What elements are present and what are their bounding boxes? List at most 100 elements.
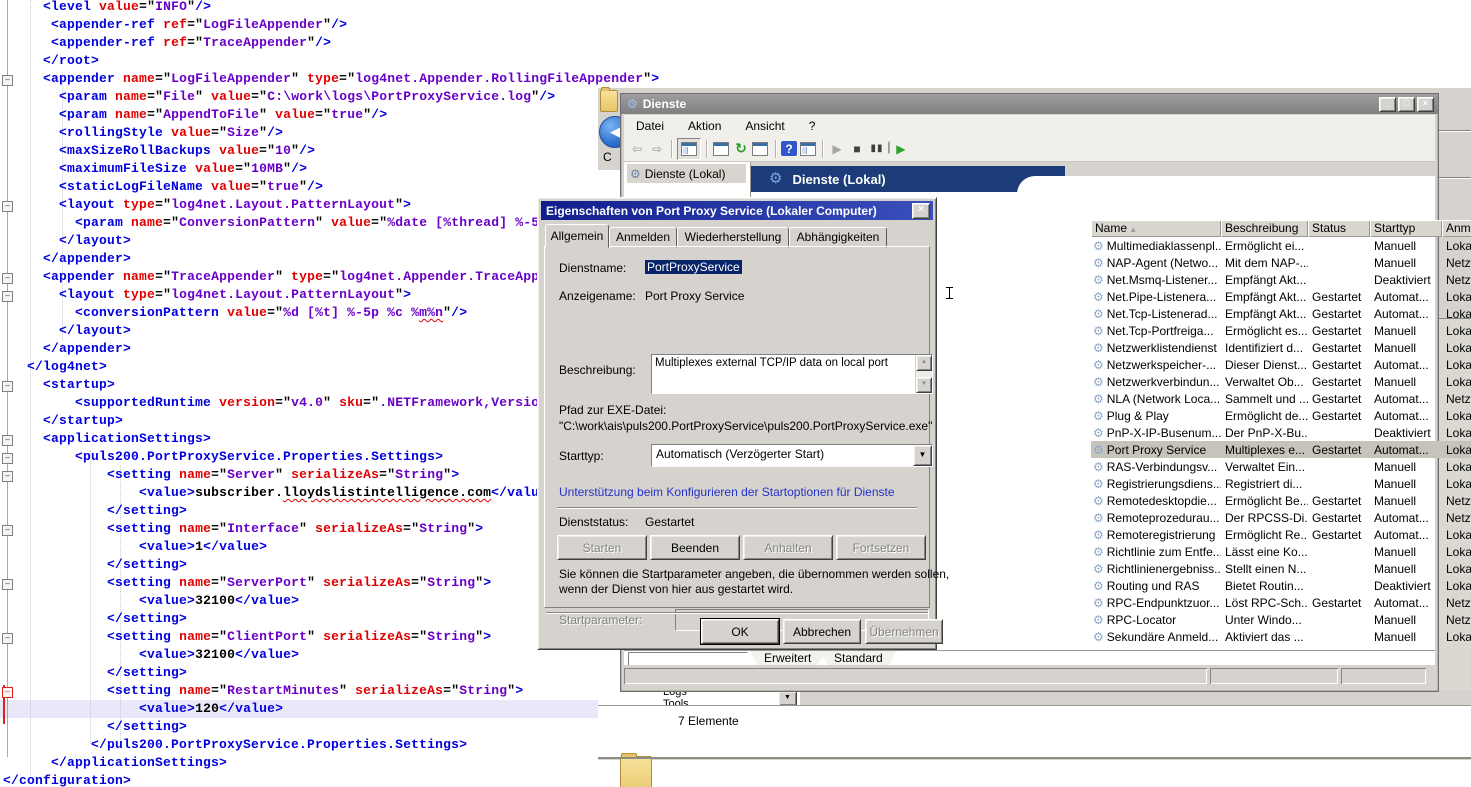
back-icon[interactable]: ⇦ — [628, 141, 646, 157]
code-line[interactable]: </configuration> — [3, 772, 659, 787]
column-header-beschreibung[interactable]: Beschreibung — [1221, 220, 1308, 237]
code-line[interactable]: </puls200.PortProxyService.Properties.Se… — [3, 736, 659, 754]
service-description: Aktiviert das ... — [1221, 630, 1308, 644]
table-row[interactable]: ⚙Routing und RASBietet Routin...Deaktivi… — [1091, 577, 1471, 594]
startup-options-link[interactable]: Unterstützung beim Konfigurieren der Sta… — [559, 485, 895, 499]
pause-service-icon[interactable]: ▮▮ — [868, 141, 886, 157]
column-header-starttyp[interactable]: Starttyp — [1370, 220, 1442, 237]
table-row[interactable]: ⚙Net.Pipe-Listenera...Empfängt Akt...Ges… — [1091, 288, 1471, 305]
table-row[interactable]: ⚙ServerUnterstützt D...GestartetAutomat.… — [1091, 645, 1471, 649]
hint-line-1: Sie können die Startparameter angeben, d… — [559, 567, 949, 581]
close-icon[interactable]: × — [912, 203, 930, 219]
menu-aktion[interactable]: Aktion — [676, 119, 733, 133]
code-line[interactable]: </setting> — [3, 664, 659, 682]
code-line[interactable]: </applicationSettings> — [3, 754, 659, 772]
tab-allgemein[interactable]: Allgemein — [545, 224, 609, 248]
code-line[interactable]: </setting> — [3, 718, 659, 736]
fortsetzen-button[interactable]: Fortsetzen — [836, 535, 926, 560]
dialog-titlebar[interactable]: Eigenschaften von Port Proxy Service (Lo… — [541, 201, 933, 220]
code-line[interactable]: <maximumFileSize value="10MB"/> — [3, 160, 659, 178]
menu-datei[interactable]: Datei — [624, 119, 676, 133]
code-line[interactable]: <appender-ref ref="TraceAppender"/> — [3, 34, 659, 52]
service-logon: Lokales System — [1442, 562, 1471, 576]
table-row[interactable]: ⚙Richtlinienergebniss...Stellt einen N..… — [1091, 560, 1471, 577]
table-row[interactable]: ⚙Plug & PlayErmöglicht de...GestartetAut… — [1091, 407, 1471, 424]
code-line[interactable]: <setting name="RestartMinutes" serialize… — [3, 682, 659, 700]
service-starttype: Manuell — [1370, 562, 1442, 576]
code-line[interactable]: <value>120</value> — [3, 700, 659, 718]
table-row[interactable]: ⚙NLA (Network Loca...Sammelt und ...Gest… — [1091, 390, 1471, 407]
code-line[interactable]: <appender-ref ref="LogFileAppender"/> — [3, 16, 659, 34]
table-row[interactable]: ⚙Multimediaklassenpl...Ermöglicht ei...M… — [1091, 237, 1471, 254]
ok-button[interactable]: OK — [701, 619, 779, 644]
table-row[interactable]: ⚙NAP-Agent (Netwo...Mit dem NAP-...Manue… — [1091, 254, 1471, 271]
stop-service-icon[interactable]: ■ — [848, 141, 866, 157]
startup-type-combobox[interactable]: Automatisch (Verzögerter Start) ▼ — [651, 444, 933, 467]
close-button[interactable]: × — [1417, 97, 1434, 112]
service-description: Identifiziert d... — [1221, 341, 1308, 355]
table-row[interactable]: ⚙PnP-X-IP-Busenum...Der PnP-X-Bu...Deakt… — [1091, 424, 1471, 441]
table-row[interactable]: ⚙NetzwerklistendienstIdentifiziert d...G… — [1091, 339, 1471, 356]
table-row[interactable]: ⚙Net.Tcp-Portfreiga...Ermöglicht es...Ge… — [1091, 322, 1471, 339]
status-segment — [1341, 668, 1426, 684]
column-header-name[interactable]: Name ▲ — [1091, 220, 1221, 237]
table-row[interactable]: ⚙Net.Tcp-Listenerad...Empfängt Akt...Ges… — [1091, 305, 1471, 322]
abbrechen-button[interactable]: Abbrechen — [783, 619, 861, 644]
help-icon[interactable]: ? — [781, 141, 797, 156]
table-row[interactable]: ⚙RemoteregistrierungErmöglicht Re...Gest… — [1091, 526, 1471, 543]
code-line[interactable]: <rollingStyle value="Size"/> — [3, 124, 659, 142]
show-console-tree-icon[interactable] — [677, 138, 701, 160]
tree-item-dienste-lokal[interactable]: ⚙ Dienste (Lokal) — [627, 164, 746, 183]
code-line[interactable]: <appender name="LogFileAppender" type="l… — [3, 70, 659, 88]
service-starttype: Manuell — [1370, 477, 1442, 491]
code-line[interactable]: <staticLogFileName value="true"/> — [3, 178, 659, 196]
table-row[interactable]: ⚙Remoteprozedurau...Der RPCSS-Di...Gesta… — [1091, 509, 1471, 526]
menu-ansicht[interactable]: Ansicht — [733, 119, 796, 133]
beenden-button[interactable]: Beenden — [650, 535, 740, 560]
table-row[interactable]: ⚙RPC-Endpunktzuor...Löst RPC-Sch...Gesta… — [1091, 594, 1471, 611]
properties-icon[interactable] — [712, 141, 730, 157]
maximize-button[interactable]: □ — [1398, 97, 1415, 112]
code-line[interactable]: <param name="File" value="C:\work\logs\P… — [3, 88, 659, 106]
chevron-down-icon[interactable]: ▼ — [913, 445, 932, 466]
tab-abhaengigkeiten[interactable]: Abhängigkeiten — [789, 227, 887, 248]
starten-button[interactable]: Starten — [557, 535, 647, 560]
table-row[interactable]: ⚙Registrierungsdiens...Registriert di...… — [1091, 475, 1471, 492]
table-row[interactable]: ⚙RAS-Verbindungsv...Verwaltet Ein...Manu… — [1091, 458, 1471, 475]
tab-anmelden[interactable]: Anmelden — [609, 227, 677, 248]
code-line[interactable]: <maxSizeRollBackups value="10"/> — [3, 142, 659, 160]
code-line[interactable]: <level value="INFO"/> — [3, 0, 659, 16]
scroll-down-icon[interactable]: ▼ — [916, 377, 932, 393]
table-row[interactable]: ⚙Port Proxy ServiceMultiplexes e...Gesta… — [1091, 441, 1471, 458]
extended-view-icon[interactable] — [799, 141, 817, 157]
table-row[interactable]: ⚙Richtlinie zum Entfe...Lässt eine Ko...… — [1091, 543, 1471, 560]
start-service-icon[interactable]: ▶ — [828, 141, 846, 157]
dropdown-button[interactable]: ▼ — [778, 691, 797, 706]
menu-help[interactable]: ? — [797, 119, 828, 133]
column-header-anmelden-als[interactable]: Anmelden als — [1442, 220, 1471, 237]
table-row[interactable]: ⚙Net.Msmq-Listener...Empfängt Akt...Deak… — [1091, 271, 1471, 288]
scroll-up-icon[interactable]: ▲ — [916, 355, 932, 371]
table-row[interactable]: ⚙Netzwerkverbindun...Verwaltet Ob...Gest… — [1091, 373, 1471, 390]
table-row[interactable]: ⚙Sekundäre Anmeld...Aktiviert das ...Man… — [1091, 628, 1471, 645]
services-titlebar[interactable]: ⚙ Dienste _ □ × — [621, 94, 1438, 114]
anhalten-button[interactable]: Anhalten — [743, 535, 833, 560]
forward-icon[interactable]: ⇨ — [648, 141, 666, 157]
übernehmen-button[interactable]: Übernehmen — [865, 619, 943, 644]
refresh-icon[interactable]: ↻ — [732, 141, 750, 157]
description-field[interactable]: Multiplexes external TCP/IP data on loca… — [651, 354, 933, 394]
column-header-status[interactable]: Status — [1308, 220, 1370, 237]
divider — [1437, 177, 1471, 179]
table-row[interactable]: ⚙Netzwerkspeicher-...Dieser Dienst...Ges… — [1091, 356, 1471, 373]
service-gear-icon: ⚙ — [1093, 444, 1104, 456]
restart-service-icon[interactable]: ▏▶ — [888, 141, 906, 157]
service-starttype: Manuell — [1370, 545, 1442, 559]
description-scrollbar[interactable]: ▲ ▼ — [915, 355, 932, 393]
code-line[interactable]: <param name="AppendToFile" value="true"/… — [3, 106, 659, 124]
export-list-icon[interactable]: → — [752, 141, 770, 157]
table-row[interactable]: ⚙RPC-LocatorUnter Windo...ManuellNetzwer… — [1091, 611, 1471, 628]
tab-wiederherstellung[interactable]: Wiederherstellung — [677, 227, 789, 248]
code-line[interactable]: </root> — [3, 52, 659, 70]
table-row[interactable]: ⚙Remotedesktopdie...Ermöglicht Be...Gest… — [1091, 492, 1471, 509]
minimize-button[interactable]: _ — [1379, 97, 1396, 112]
